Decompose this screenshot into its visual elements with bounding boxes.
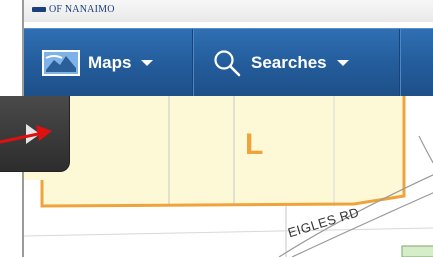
logo-text: OF NANAIMO <box>49 3 115 15</box>
road-edge <box>418 135 433 164</box>
chevron-down-icon <box>336 60 349 66</box>
map-features <box>24 96 433 257</box>
searches-menu-button[interactable]: Searches <box>192 29 400 97</box>
property-line <box>24 227 433 237</box>
screenshot-frame: OF NANAIMO Maps Searches L EIGLES RD <box>0 0 433 257</box>
toolbar-divider <box>399 29 400 97</box>
map-application: OF NANAIMO Maps Searches L EIGLES RD <box>22 0 433 257</box>
chevron-right-icon <box>25 123 40 144</box>
chevron-down-icon <box>141 60 154 66</box>
parcel-area <box>24 96 404 206</box>
map-canvas[interactable]: L EIGLES RD <box>24 96 433 257</box>
main-toolbar: Maps Searches <box>24 28 433 97</box>
maps-label: Maps <box>88 53 132 72</box>
searches-label: Searches <box>251 53 327 72</box>
expand-panel-button[interactable] <box>0 96 70 172</box>
parcel-label: L <box>245 128 264 161</box>
map-icon <box>42 50 80 76</box>
city-logo: OF NANAIMO <box>32 1 115 17</box>
maps-menu-button[interactable]: Maps <box>24 29 192 97</box>
header-bar: OF NANAIMO <box>24 0 433 23</box>
logo-mark-icon <box>32 6 46 12</box>
park-parcel <box>401 245 433 257</box>
search-icon <box>214 50 241 77</box>
